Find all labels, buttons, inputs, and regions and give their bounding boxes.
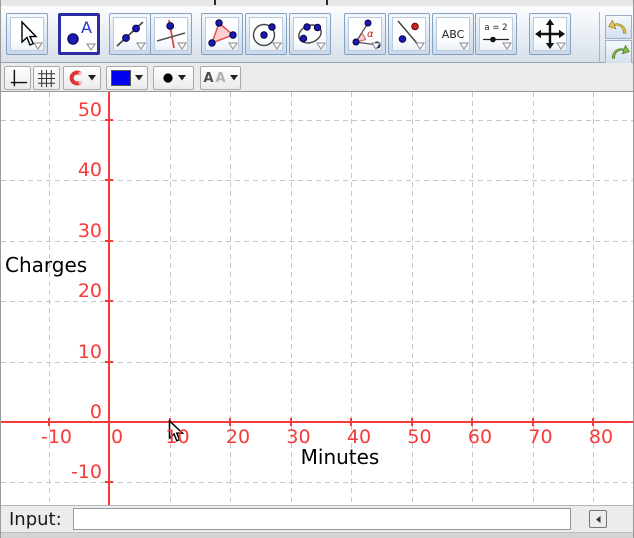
- graphics-view[interactable]: Charges Minutes -10 0 10 20 30 40 50 60 70 80 -10 0…: [1, 92, 634, 505]
- tool-dropdown-icon[interactable]: [556, 42, 566, 50]
- y-tick-label: 0: [44, 403, 102, 422]
- tool-dropdown-icon[interactable]: [136, 42, 146, 50]
- x-tick-label: 0: [95, 426, 139, 448]
- grid-icon: [37, 69, 56, 88]
- chevron-down-icon: [135, 75, 143, 81]
- undo-arrow-icon: [608, 18, 630, 36]
- window-bottom-edge: [1, 532, 634, 538]
- toolbar: A: [1, 7, 634, 63]
- menu-strip: [1, 0, 634, 7]
- axes-toggle-button[interactable]: [4, 66, 31, 90]
- tool-move-button[interactable]: [6, 13, 48, 55]
- y-tick-label: 40: [44, 161, 102, 180]
- tool-polygon-button[interactable]: [201, 13, 243, 55]
- y-tick-label: 20: [44, 282, 102, 301]
- tool-dropdown-icon[interactable]: [415, 42, 425, 50]
- tool-slider-button[interactable]: a = 2: [475, 13, 517, 55]
- x-tick-label: 40: [337, 426, 381, 448]
- tool-dropdown-icon[interactable]: [316, 42, 326, 50]
- tool-dropdown-icon[interactable]: [272, 42, 282, 50]
- x-tick-label: 20: [216, 426, 260, 448]
- tool-angle-button[interactable]: α: [344, 13, 386, 55]
- x-tick-label: 60: [458, 426, 502, 448]
- tool-reflect-button[interactable]: [388, 13, 430, 55]
- input-field[interactable]: [73, 508, 571, 530]
- x-tick-label: 80: [579, 426, 623, 448]
- x-tick-label: 50: [398, 426, 442, 448]
- chevron-down-icon: [88, 75, 96, 81]
- tool-dropdown-icon[interactable]: [502, 42, 512, 50]
- grid-toggle-button[interactable]: [33, 66, 60, 90]
- tool-dropdown-icon[interactable]: [459, 42, 469, 50]
- input-label: Input:: [9, 509, 62, 530]
- chevron-down-icon: [178, 75, 186, 81]
- point-style-icon: [162, 72, 174, 84]
- axes-icon: [8, 68, 28, 88]
- menu-text-remnant: [326, 0, 328, 5]
- collapse-left-triangle-icon: [594, 515, 603, 524]
- object-color-button[interactable]: [106, 66, 148, 90]
- tool-ellipse-button[interactable]: [289, 13, 331, 55]
- tool-dropdown-icon[interactable]: [177, 42, 187, 50]
- svg-text:a = 2: a = 2: [484, 23, 507, 33]
- redo-button[interactable]: [605, 40, 632, 64]
- x-tick-label: -10: [35, 426, 79, 448]
- font-size-button[interactable]: AA: [200, 66, 241, 90]
- chevron-down-icon: [230, 75, 238, 81]
- style-bar: AA: [1, 63, 634, 92]
- tool-line-button[interactable]: [109, 13, 151, 55]
- undo-button[interactable]: [605, 15, 632, 39]
- y-axis-title: Charges: [5, 253, 87, 277]
- tool-dropdown-icon[interactable]: [228, 42, 238, 50]
- input-help-toggle-button[interactable]: [589, 510, 607, 528]
- x-tick-label: 30: [277, 426, 321, 448]
- redo-arrow-icon: [608, 43, 630, 61]
- tool-dropdown-icon[interactable]: [86, 43, 96, 51]
- point-style-button[interactable]: [153, 66, 194, 90]
- svg-text:ABC: ABC: [442, 28, 465, 41]
- geogebra-window: A: [0, 0, 634, 538]
- menu-text-remnant: [214, 0, 216, 5]
- y-tick-label: -10: [44, 463, 102, 482]
- tool-move-graphics-view-button[interactable]: [529, 13, 571, 55]
- tool-dropdown-icon[interactable]: [371, 42, 381, 50]
- svg-text:α: α: [367, 29, 374, 40]
- toolbar-separator: [599, 12, 600, 63]
- x-tick-label: 10: [156, 426, 200, 448]
- input-bar: Input:: [1, 505, 634, 532]
- tool-text-button[interactable]: ABC: [432, 13, 474, 55]
- y-tick-label: 30: [44, 222, 102, 241]
- color-swatch: [111, 70, 131, 86]
- x-axis-title: Minutes: [280, 445, 400, 469]
- svg-text:A: A: [81, 18, 92, 37]
- font-size-icon: A: [203, 71, 213, 86]
- magnet-icon: [68, 70, 84, 86]
- x-tick-label: 70: [519, 426, 563, 448]
- tool-circle-button[interactable]: [245, 13, 287, 55]
- point-capturing-button[interactable]: [63, 66, 101, 90]
- tool-point-button[interactable]: A: [58, 13, 100, 55]
- tool-dropdown-icon[interactable]: [33, 42, 43, 50]
- tool-perpendicular-line-button[interactable]: [150, 13, 192, 55]
- y-tick-label: 50: [44, 101, 102, 120]
- y-tick-label: 10: [44, 343, 102, 362]
